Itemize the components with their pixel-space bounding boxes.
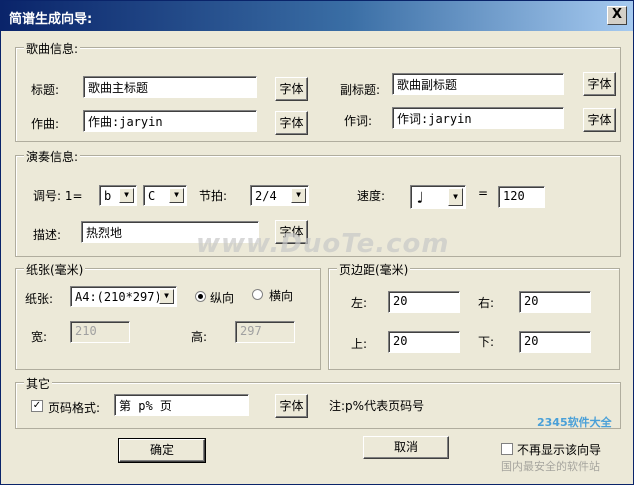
composer-font-button[interactable]: 字体	[275, 111, 308, 135]
paper-legend: 纸张(毫米)	[24, 261, 86, 278]
margin-legend: 页边距(毫米)	[337, 261, 411, 278]
paper-size-select[interactable]: A4:(210*297) ▼	[70, 286, 177, 307]
chevron-down-icon[interactable]: ▼	[159, 289, 174, 304]
key-note-select[interactable]: C ▼	[143, 185, 187, 206]
lyricist-input[interactable]: 作词:jaryin	[392, 107, 564, 129]
subtitle-label: 副标题:	[340, 83, 381, 97]
ok-button[interactable]: 确定	[118, 438, 206, 463]
hide-wizard-label: 不再显示该向导	[517, 443, 602, 457]
title-bar: 简谱生成向导: X	[1, 1, 633, 31]
description-label: 描述:	[33, 228, 62, 242]
margin-top-input[interactable]: 20	[388, 331, 460, 353]
paper-group: 纸张(毫米)	[15, 261, 321, 370]
subtitle-font-button[interactable]: 字体	[583, 72, 616, 96]
close-button[interactable]: X	[607, 6, 627, 25]
beat-value: 2/4	[255, 189, 277, 203]
chevron-down-icon[interactable]: ▼	[119, 188, 134, 203]
margin-left-label: 左:	[351, 296, 368, 310]
pagenum-checkbox[interactable]: ✓	[31, 400, 43, 412]
margin-right-input[interactable]: 20	[519, 291, 591, 313]
equals-sign: =	[478, 186, 489, 200]
subtitle-input[interactable]: 歌曲副标题	[392, 73, 564, 95]
chevron-down-icon[interactable]: ▼	[169, 188, 184, 203]
landscape-radio[interactable]	[252, 289, 263, 300]
lyricist-font-button[interactable]: 字体	[583, 108, 616, 132]
title-label: 标题:	[31, 83, 60, 97]
chevron-down-icon[interactable]: ▼	[291, 188, 306, 203]
lyricist-label: 作词:	[344, 114, 373, 128]
site-watermark: 国内最安全的软件站	[501, 460, 600, 473]
composer-input[interactable]: 作曲:jaryin	[83, 110, 257, 132]
beat-label: 节拍:	[199, 189, 228, 203]
height-input[interactable]: 297	[235, 321, 295, 343]
margin-group: 页边距(毫米)	[328, 261, 620, 370]
wizard-window: 简谱生成向导: X 歌曲信息: 标题: 歌曲主标题 字体 副标题: 歌曲副标题 …	[0, 0, 634, 485]
beat-select[interactable]: 2/4 ▼	[250, 185, 309, 206]
key-letter-select[interactable]: b ▼	[99, 185, 137, 206]
margin-bottom-input[interactable]: 20	[519, 331, 591, 353]
margin-left-input[interactable]: 20	[388, 291, 460, 313]
margin-bottom-label: 下:	[478, 335, 495, 349]
margin-top-label: 上:	[351, 337, 368, 351]
height-label: 高:	[191, 330, 208, 344]
paper-size-label: 纸张:	[25, 292, 54, 306]
title-input[interactable]: 歌曲主标题	[83, 76, 257, 98]
performance-legend: 演奏信息:	[24, 148, 81, 165]
other-legend: 其它	[24, 375, 53, 392]
speed-label: 速度:	[357, 189, 386, 203]
song-info-legend: 歌曲信息:	[24, 40, 81, 57]
landscape-label: 横向	[269, 289, 294, 303]
chevron-down-icon[interactable]: ▼	[448, 188, 463, 206]
brand-watermark: 2345软件大全	[537, 416, 612, 429]
duote-watermark: www.DuoTe.com	[196, 229, 450, 259]
width-label: 宽:	[31, 330, 48, 344]
title-font-button[interactable]: 字体	[275, 77, 308, 101]
width-input[interactable]: 210	[70, 321, 130, 343]
cancel-button[interactable]: 取消	[363, 436, 449, 459]
hide-wizard-checkbox[interactable]	[501, 443, 513, 455]
quarter-note-icon: ♩	[415, 188, 425, 207]
speed-note-select[interactable]: ♩ ▼	[410, 185, 466, 209]
pagenum-note: 注:p%代表页码号	[329, 399, 425, 413]
key-note-value: C	[148, 189, 156, 203]
key-letter-value: b	[104, 189, 112, 203]
pagenum-input[interactable]: 第 p% 页	[114, 394, 249, 416]
window-title: 简谱生成向导:	[9, 12, 93, 27]
portrait-label: 纵向	[210, 291, 235, 305]
composer-label: 作曲:	[31, 117, 60, 131]
paper-size-value: A4:(210*297)	[75, 290, 162, 304]
pagenum-font-button[interactable]: 字体	[275, 394, 308, 418]
portrait-radio[interactable]	[195, 291, 206, 302]
speed-input[interactable]: 120	[498, 186, 545, 208]
key-label: 调号: 1=	[33, 189, 83, 203]
margin-right-label: 右:	[478, 296, 495, 310]
other-group: 其它	[15, 375, 621, 429]
pagenum-label: 页码格式:	[48, 401, 101, 415]
